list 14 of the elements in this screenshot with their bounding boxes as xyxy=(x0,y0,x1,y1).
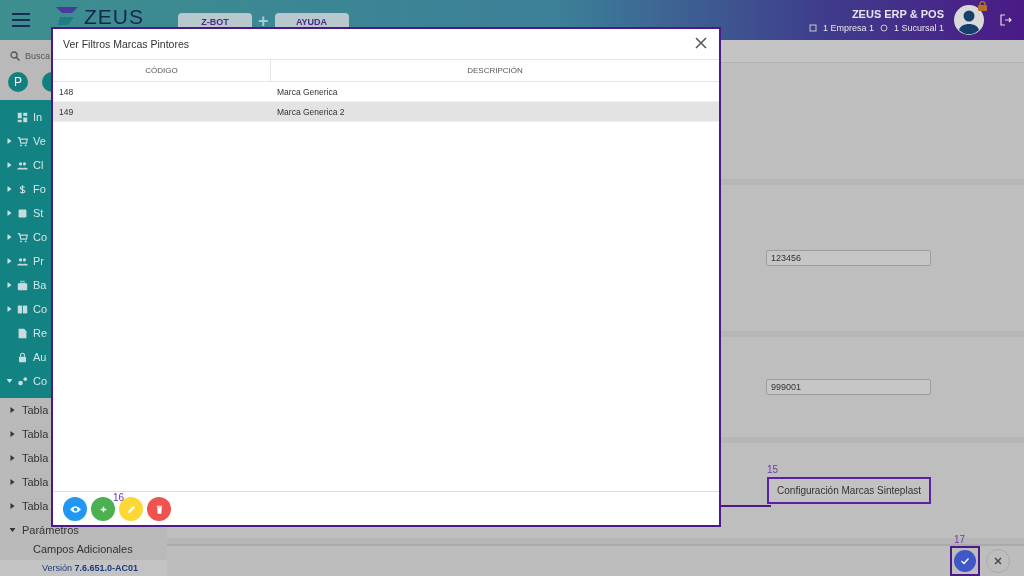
company-label: 1 Empresa 1 xyxy=(822,22,874,33)
version-label: Versión 7.6.651.0-AC01 xyxy=(0,560,167,576)
annotation-number: 15 xyxy=(767,464,779,475)
annotation-number: 16 xyxy=(113,492,125,503)
app-name: ZEUS ERP & POS xyxy=(851,7,944,20)
branch-label: 1 Sucursal 1 xyxy=(893,22,944,33)
table-cell-text: Marca Generica 2 xyxy=(276,106,346,119)
table-cell-text: 148 xyxy=(58,86,75,99)
logo-text: ZEUS xyxy=(84,5,144,27)
plus-sign: + xyxy=(258,11,269,32)
table-cell-text: 149 xyxy=(58,106,75,119)
table-cell-text: Marca Generica xyxy=(276,86,339,99)
annotation-number: 17 xyxy=(954,534,966,545)
dialog-title: Ver Filtros Marcas Pintores xyxy=(63,38,190,50)
